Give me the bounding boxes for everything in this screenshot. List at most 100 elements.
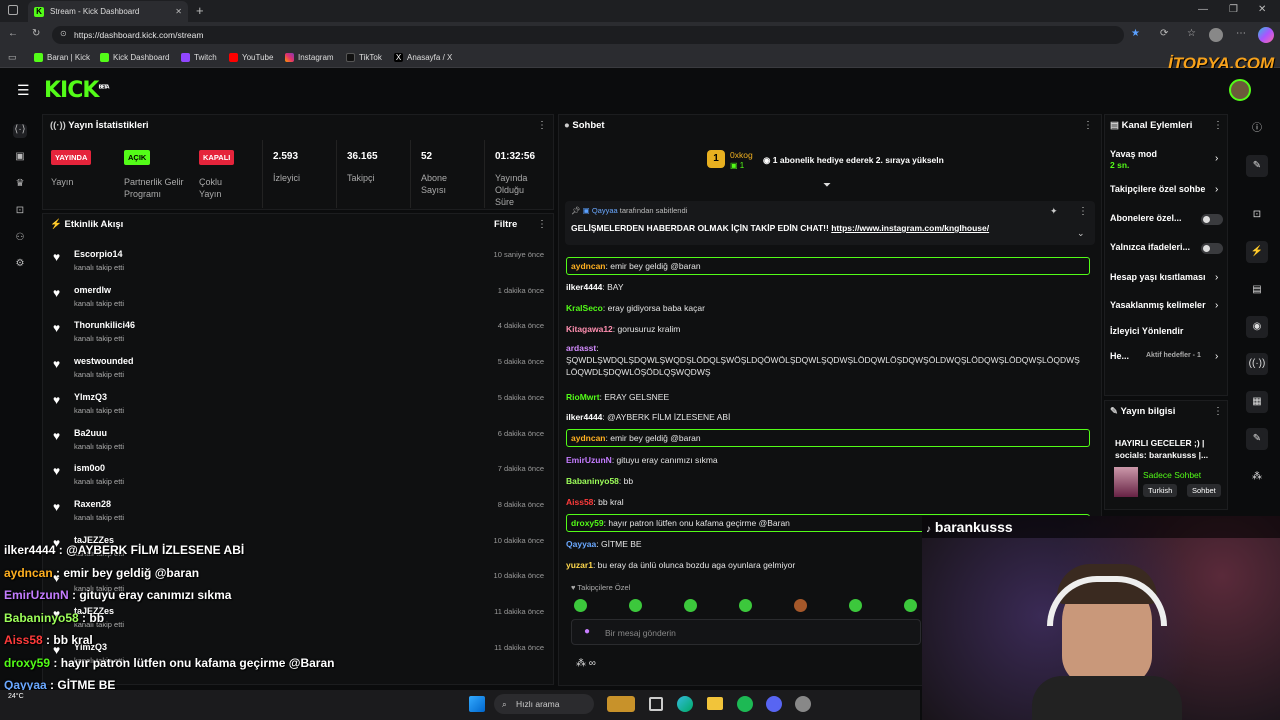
filter-button[interactable]: Filtre bbox=[494, 219, 517, 230]
mic-icon[interactable]: ● bbox=[584, 626, 590, 637]
chevron-right-icon[interactable]: › bbox=[1215, 300, 1218, 311]
emote-picker-icon[interactable]: ⁂ ∞ bbox=[576, 658, 596, 669]
chat-username[interactable]: Aiss58 bbox=[566, 497, 593, 507]
category-link[interactable]: Sadece Sohbet bbox=[1143, 470, 1201, 480]
bookmark-youtube[interactable]: YouTube bbox=[229, 53, 273, 62]
emote-icon[interactable]: ⁂ bbox=[1246, 466, 1268, 488]
toggle-switch[interactable] bbox=[1201, 214, 1223, 225]
broadcast-icon[interactable]: ((·)) bbox=[1246, 353, 1268, 375]
chat-username[interactable]: Qayyaa bbox=[566, 539, 596, 549]
collapse-icon[interactable]: ⏷ bbox=[823, 180, 831, 191]
activity-menu-icon[interactable]: ⋮ bbox=[537, 219, 547, 230]
browser-tab[interactable]: K Stream - Kick Dashboard ✕ bbox=[28, 1, 188, 22]
edge-icon[interactable] bbox=[677, 696, 693, 712]
chat-username[interactable]: aydncan bbox=[571, 261, 606, 271]
emote-icon[interactable] bbox=[684, 599, 697, 612]
user-avatar[interactable] bbox=[1229, 79, 1251, 101]
tag-sohbet[interactable]: Sohbet bbox=[1187, 484, 1221, 497]
bolt-icon[interactable]: ⚡ bbox=[1246, 241, 1268, 263]
toggle-switch[interactable] bbox=[1201, 243, 1223, 254]
close-window-icon[interactable]: ✕ bbox=[1258, 4, 1266, 15]
tag-turkish[interactable]: Turkish bbox=[1143, 484, 1178, 497]
channel-action-item[interactable]: Hesap yaşı kısıtlaması bbox=[1110, 272, 1210, 282]
wrench-icon[interactable]: ✎ bbox=[1246, 428, 1268, 450]
favorite-star-icon[interactable]: ★ bbox=[1131, 28, 1140, 39]
chat-username[interactable]: KralSeco bbox=[566, 303, 603, 313]
minimize-icon[interactable]: — bbox=[1198, 4, 1208, 15]
bookmark-kick-dashboard[interactable]: Kick Dashboard bbox=[100, 53, 169, 62]
favorites-icon[interactable]: ☆ bbox=[1187, 28, 1196, 39]
settings-icon[interactable]: ⚙ bbox=[13, 258, 27, 272]
menu-icon[interactable]: ☰ bbox=[17, 82, 30, 99]
chat-username[interactable]: droxy59 bbox=[571, 518, 604, 528]
close-tab-icon[interactable]: ✕ bbox=[175, 7, 182, 16]
app-icon[interactable] bbox=[795, 696, 811, 712]
pinned-link[interactable]: https://www.instagram.com/knglhouse/ bbox=[831, 223, 989, 233]
scan-icon[interactable]: ⊡ bbox=[13, 205, 27, 219]
stream-info-menu-icon[interactable]: ⋮ bbox=[1213, 406, 1223, 417]
emote-icon[interactable] bbox=[739, 599, 752, 612]
activity-user[interactable]: Thorunkilici46 bbox=[74, 320, 135, 330]
chat-icon[interactable]: ◉ bbox=[1246, 316, 1268, 338]
chat-username[interactable]: ilker4444 bbox=[566, 412, 602, 422]
emote-icon[interactable] bbox=[629, 599, 642, 612]
edit-icon[interactable]: ✎ bbox=[1246, 155, 1268, 177]
widget-icon[interactable] bbox=[607, 696, 635, 712]
chat-username[interactable]: ardasst bbox=[566, 343, 596, 353]
document-icon[interactable]: ▤ bbox=[1246, 279, 1268, 301]
channel-action-item[interactable]: Abonelere özel... bbox=[1110, 213, 1210, 223]
trophy-icon[interactable]: ♛ bbox=[13, 178, 27, 192]
chat-username[interactable]: aydncan bbox=[571, 433, 606, 443]
activity-user[interactable]: omerdlw bbox=[74, 285, 111, 295]
chat-username[interactable]: RioMwrt bbox=[566, 392, 600, 402]
kick-logo[interactable]: KICKBETA bbox=[44, 78, 110, 103]
task-view-icon[interactable] bbox=[649, 697, 663, 711]
stats-menu-icon[interactable]: ⋮ bbox=[537, 120, 547, 131]
chevron-right-icon[interactable]: › bbox=[1215, 272, 1218, 283]
tab-actions-icon[interactable] bbox=[8, 5, 18, 15]
chevron-right-icon[interactable]: › bbox=[1215, 351, 1218, 362]
users-icon[interactable]: ⚇ bbox=[13, 232, 27, 246]
maximize-icon[interactable]: ❐ bbox=[1229, 4, 1238, 15]
channel-action-item[interactable]: Yasaklanmış kelimeler bbox=[1110, 300, 1210, 310]
emote-icon[interactable] bbox=[574, 599, 587, 612]
extensions-icon[interactable]: ⟳ bbox=[1160, 28, 1168, 39]
sidebar-toggle-icon[interactable]: ▭ bbox=[8, 52, 17, 63]
stream-icon[interactable]: ⟨·⟩ bbox=[13, 124, 27, 138]
site-info-icon[interactable]: ⊙ bbox=[60, 29, 67, 38]
chat-username[interactable]: EmirUzunN bbox=[566, 455, 612, 465]
scan-icon[interactable]: ⊡ bbox=[1246, 204, 1268, 226]
chevron-right-icon[interactable]: › bbox=[1215, 184, 1218, 195]
emote-icon[interactable] bbox=[849, 599, 862, 612]
info-icon[interactable]: ⓘ bbox=[1246, 118, 1268, 140]
reload-icon[interactable]: ↻ bbox=[32, 28, 40, 39]
chevron-right-icon[interactable]: › bbox=[1215, 153, 1218, 164]
taskbar-search[interactable]: ⌕ Hızlı arama bbox=[494, 694, 594, 714]
expand-chevron-icon[interactable]: ⌄ bbox=[1077, 228, 1085, 239]
new-tab-icon[interactable]: + bbox=[196, 3, 204, 18]
chat-input[interactable]: ● Bir mesaj gönderin bbox=[571, 619, 921, 645]
dashboard-icon[interactable]: ▣ bbox=[13, 151, 27, 165]
emote-icon[interactable] bbox=[794, 599, 807, 612]
chat-username[interactable]: yuzar1 bbox=[566, 560, 593, 570]
channel-action-item[interactable]: Yalnızca ifadeleri... bbox=[1110, 242, 1210, 252]
start-icon[interactable] bbox=[469, 696, 485, 712]
bookmark-instagram[interactable]: Instagram bbox=[285, 53, 334, 62]
activity-user[interactable]: Escorpio14 bbox=[74, 249, 123, 259]
url-field[interactable]: https://dashboard.kick.com/stream bbox=[52, 26, 1124, 44]
channel-actions-menu-icon[interactable]: ⋮ bbox=[1213, 120, 1223, 131]
activity-user[interactable]: Raxen28 bbox=[74, 499, 111, 509]
channel-action-item[interactable]: İzleyici Yönlendir bbox=[1110, 326, 1210, 336]
pinned-menu-icon[interactable]: ⋮ bbox=[1078, 206, 1088, 217]
chat-username[interactable]: Babaninyo58 bbox=[566, 476, 619, 486]
bookmark-baran-kick[interactable]: Baran | Kick bbox=[34, 53, 90, 62]
activity-user[interactable]: YlmzQ3 bbox=[74, 392, 107, 402]
chat-menu-icon[interactable]: ⋮ bbox=[1083, 120, 1093, 131]
spotify-icon[interactable] bbox=[737, 696, 753, 712]
folder-icon[interactable] bbox=[707, 697, 723, 710]
bookmark-x[interactable]: X Anasayfa / X bbox=[394, 53, 452, 62]
chat-username[interactable]: Kitagawa12 bbox=[566, 324, 613, 334]
channel-action-item[interactable]: Takipçilere özel sohbe bbox=[1110, 184, 1210, 194]
gift-user[interactable]: 0xkog bbox=[730, 150, 753, 160]
more-menu-icon[interactable]: ⋯ bbox=[1236, 28, 1246, 39]
